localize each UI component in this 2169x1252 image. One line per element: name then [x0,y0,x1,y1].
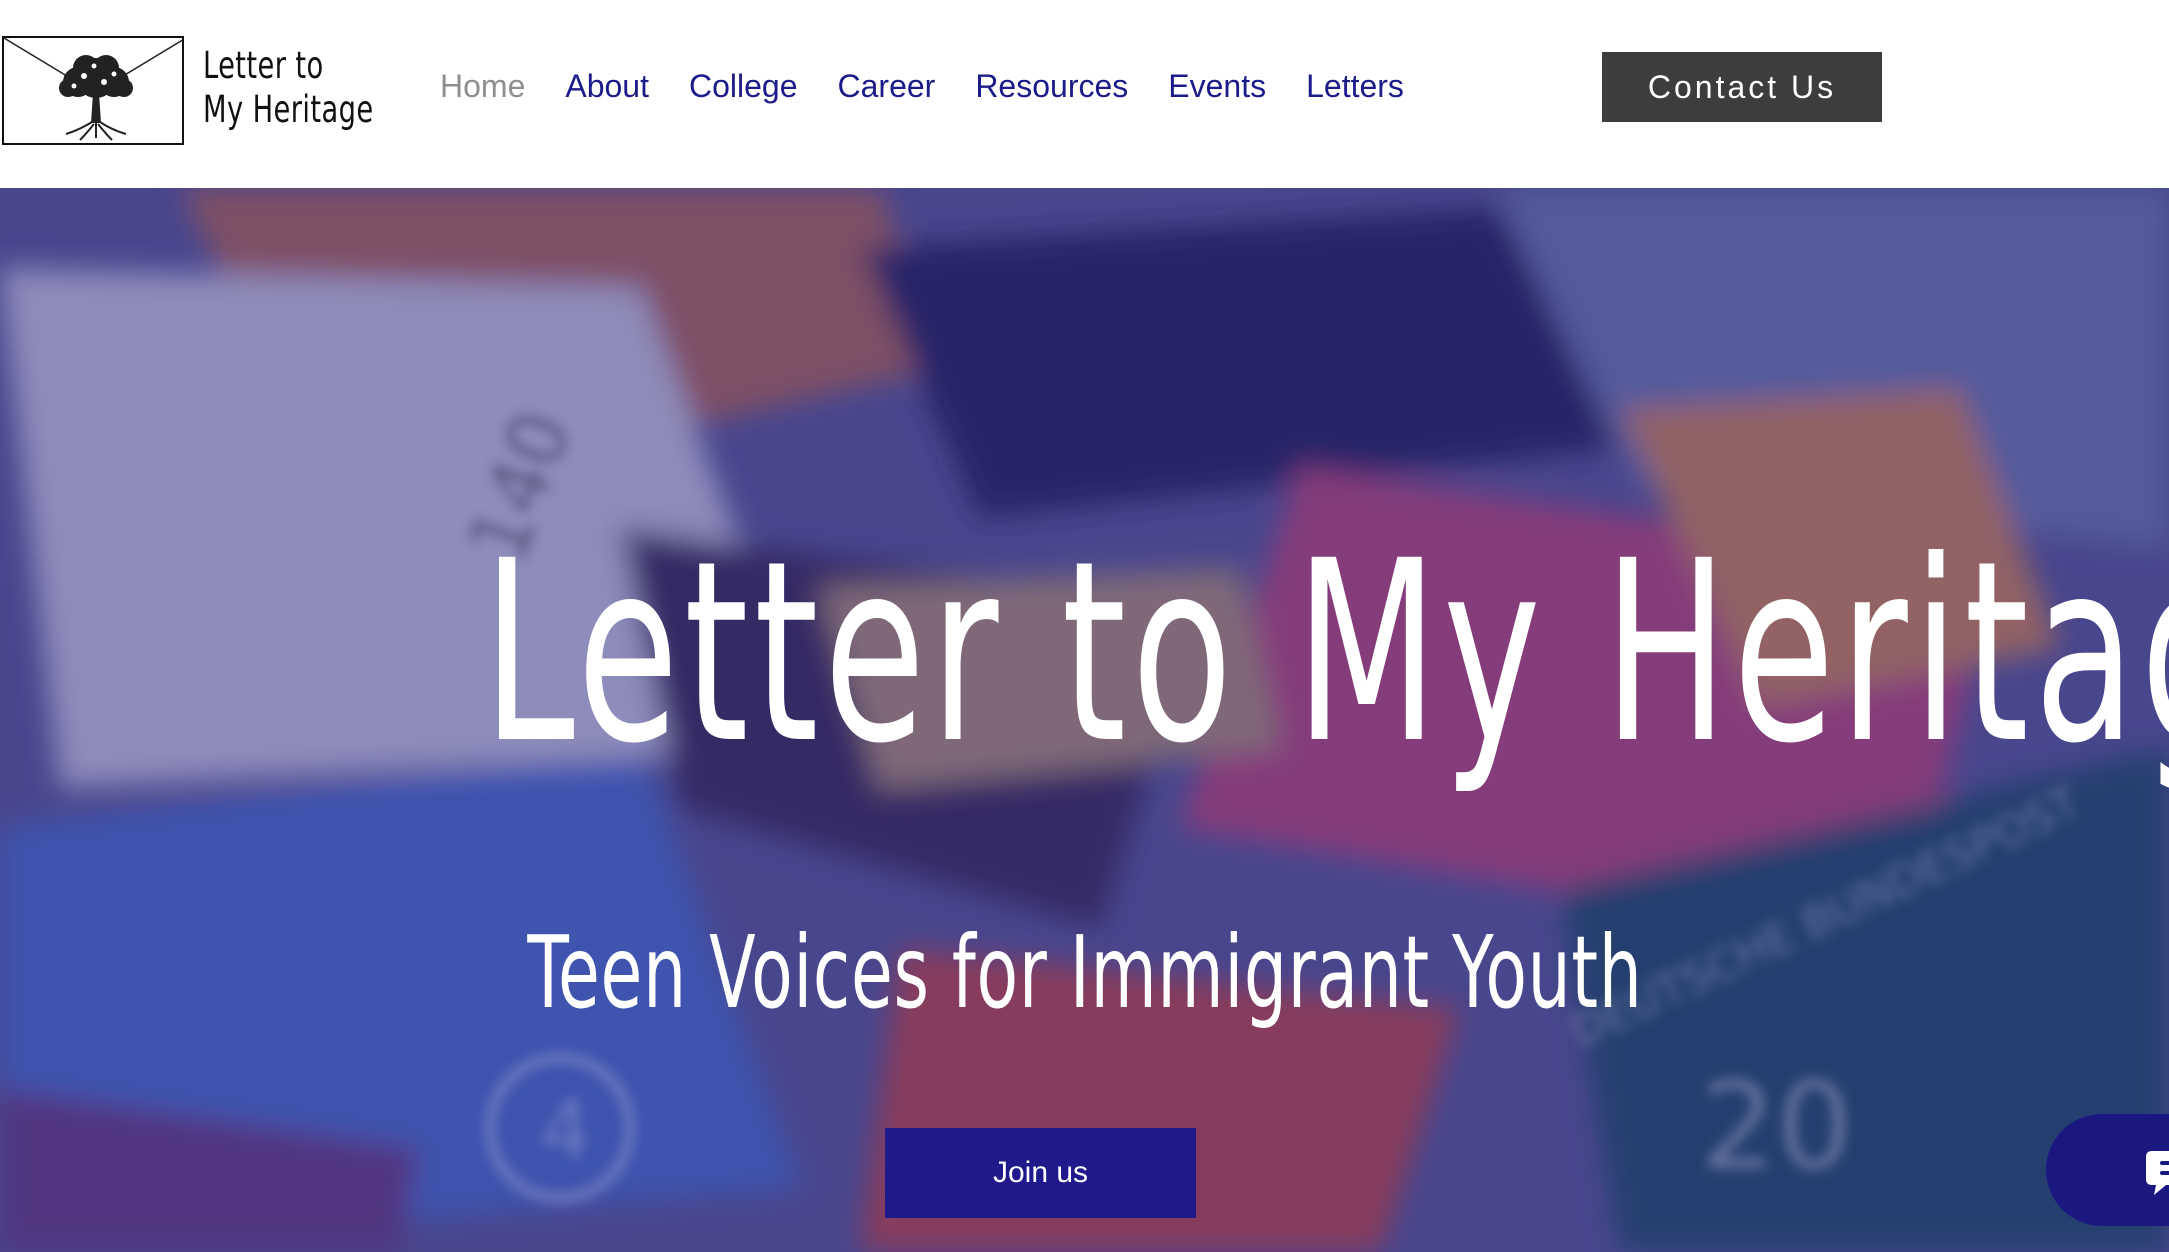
logo-image[interactable] [2,36,184,145]
hero-title-text: Letter to My Heritage [482,507,2169,798]
main-nav: Home About College Career Resources Even… [440,64,1444,108]
contact-us-button[interactable]: Contact Us [1602,52,1882,122]
nav-item-home[interactable]: Home [440,64,525,108]
tree-envelope-icon [4,38,182,141]
nav-item-letters[interactable]: Letters [1306,64,1404,108]
chat-bubble-icon [2146,1151,2169,1195]
hero-subtitle: Teen Voices for Immigrant Youth [0,918,2169,1028]
join-us-button[interactable]: Join us [885,1128,1196,1218]
nav-item-events[interactable]: Events [1168,64,1266,108]
nav-item-college[interactable]: College [689,64,798,108]
logo-line-1: Letter to [203,44,324,87]
chat-widget-button[interactable] [2046,1114,2169,1226]
nav-item-career[interactable]: Career [838,64,936,108]
hero-title: Letter to My Heritage [0,523,2169,783]
nav-item-about[interactable]: About [565,64,649,108]
hero-subtitle-text: Teen Voices for Immigrant Youth [526,914,1643,1031]
hero-section: 140 20 DEUTSCHE BUNDESPOST 4 Letter to M… [0,188,2169,1252]
logo-text[interactable]: Letter to My Heritage [203,44,374,132]
nav-item-resources[interactable]: Resources [975,64,1128,108]
site-header: Letter to My Heritage Home About College… [0,0,2169,188]
logo-line-2: My Heritage [203,88,374,131]
